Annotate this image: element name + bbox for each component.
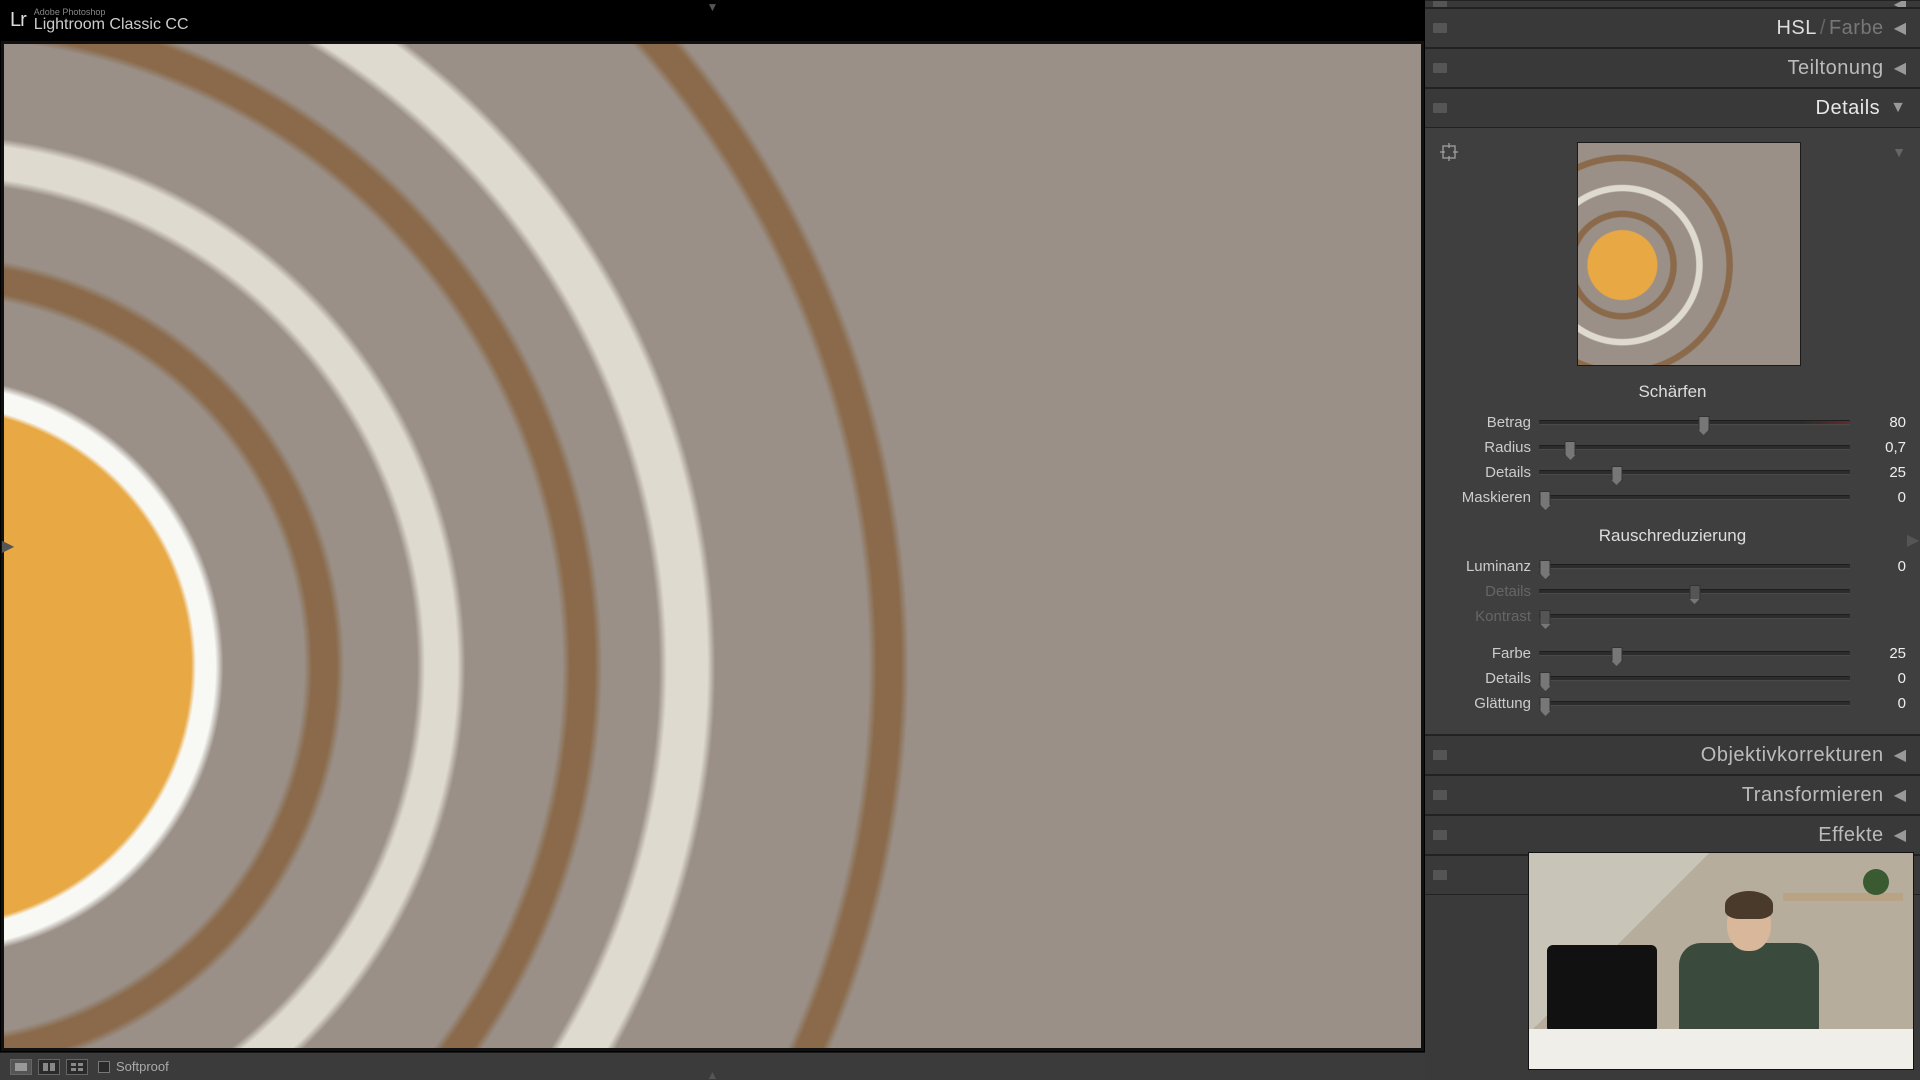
slider-thumb[interactable] [1540, 672, 1551, 687]
image-viewport[interactable]: ▶ [0, 40, 1425, 1052]
slider-value[interactable]: 80 [1850, 414, 1906, 431]
collapse-left-icon: ◀ [1894, 825, 1906, 845]
slider-label: Farbe [1439, 645, 1539, 662]
panel-details[interactable]: Details ▼ [1425, 88, 1920, 128]
slider-track[interactable] [1539, 445, 1850, 450]
collapse-left-icon: ◀ [1894, 58, 1906, 78]
top-panel-toggle-icon[interactable]: ▼ [707, 0, 719, 14]
panel-switch-icon[interactable] [1433, 103, 1447, 113]
filmstrip-toggle-icon[interactable]: ▲ [707, 1068, 719, 1080]
slider-farbe-details[interactable]: Details 0 [1439, 666, 1906, 691]
slider-radius[interactable]: Radius 0,7 [1439, 435, 1906, 460]
slider-lum-details: Details [1439, 579, 1906, 604]
slider-value[interactable]: 0,7 [1850, 439, 1906, 456]
slider-value[interactable]: 0 [1850, 558, 1906, 575]
panel-title: Effekte [1447, 824, 1894, 847]
slider-maskieren[interactable]: Maskieren 0 [1439, 485, 1906, 510]
panel-switch-icon[interactable] [1433, 63, 1447, 73]
expand-down-icon: ▼ [1890, 99, 1906, 117]
slider-label: Maskieren [1439, 489, 1539, 506]
panel-title: Teiltonung [1447, 57, 1894, 80]
detail-zoom-thumbnail[interactable] [1577, 142, 1801, 366]
slider-track [1539, 614, 1850, 619]
softproof-toggle[interactable]: Softproof [98, 1059, 169, 1074]
panel-objektivkorrekturen[interactable]: Objektivkorrekturen ◀ [1425, 735, 1920, 775]
sharpen-section-title: Schärfen [1439, 382, 1906, 402]
panel-switch-icon[interactable] [1433, 830, 1447, 840]
detail-disclosure-icon[interactable]: ▼ [1892, 144, 1906, 160]
slider-kontrast: Kontrast [1439, 604, 1906, 629]
slider-value[interactable]: 25 [1850, 645, 1906, 662]
panel-gradationskurve[interactable]: Gradationskurve ◀ [1425, 0, 1920, 8]
slider-betrag[interactable]: Betrag 80 [1439, 410, 1906, 435]
slider-thumb[interactable] [1611, 466, 1622, 481]
slider-thumb [1540, 610, 1551, 625]
webcam-overlay [1528, 852, 1914, 1070]
collapse-left-icon: ◀ [1894, 785, 1906, 805]
slider-thumb[interactable] [1540, 560, 1551, 575]
panel-hsl-farbe[interactable]: HSL/Farbe ◀ [1425, 8, 1920, 48]
collapse-left-icon: ◀ [1894, 0, 1906, 8]
slider-value[interactable]: 0 [1850, 695, 1906, 712]
main-image-area: Lr Adobe Photoshop Lightroom Classic CC … [0, 0, 1425, 1080]
panel-switch-icon[interactable] [1433, 23, 1447, 33]
slider-farbe[interactable]: Farbe 25 [1439, 641, 1906, 666]
view-mode-survey-button[interactable] [66, 1059, 88, 1075]
panel-switch-icon[interactable] [1433, 870, 1447, 880]
panel-switch-icon[interactable] [1433, 750, 1447, 760]
slider-thumb[interactable] [1611, 647, 1622, 662]
slider-label: Kontrast [1439, 608, 1539, 625]
slider-track[interactable] [1539, 701, 1850, 706]
slider-thumb[interactable] [1698, 416, 1709, 431]
slider-thumb [1689, 585, 1700, 600]
view-mode-single-button[interactable] [10, 1059, 32, 1075]
slider-track[interactable] [1539, 564, 1850, 569]
panel-title: Details [1447, 97, 1890, 120]
slider-thumb[interactable] [1540, 491, 1551, 506]
panel-transformieren[interactable]: Transformieren ◀ [1425, 775, 1920, 815]
collapse-left-icon: ◀ [1894, 745, 1906, 765]
panel-switch-icon[interactable] [1433, 790, 1447, 800]
view-mode-compare-button[interactable] [38, 1059, 60, 1075]
bottom-toolbar: Softproof ▲ [0, 1052, 1425, 1080]
slider-track[interactable] [1539, 420, 1850, 425]
softproof-label: Softproof [116, 1059, 169, 1074]
slider-track[interactable] [1539, 651, 1850, 656]
top-bar: Lr Adobe Photoshop Lightroom Classic CC … [0, 0, 1425, 40]
slider-details-sharpen[interactable]: Details 25 [1439, 460, 1906, 485]
slider-label: Details [1439, 583, 1539, 600]
slider-luminanz[interactable]: Luminanz 0 [1439, 554, 1906, 579]
slider-thumb[interactable] [1565, 441, 1576, 456]
collapse-left-icon: ◀ [1894, 18, 1906, 38]
slider-label: Details [1439, 670, 1539, 687]
panel-title: Transformieren [1447, 784, 1894, 807]
noise-section-title: Rauschreduzierung [1439, 526, 1906, 546]
slider-label: Luminanz [1439, 558, 1539, 575]
slider-track[interactable] [1539, 495, 1850, 500]
panel-title: Objektivkorrekturen [1447, 744, 1894, 767]
slider-track [1539, 589, 1850, 594]
slider-value[interactable]: 0 [1850, 670, 1906, 687]
app-name: Lightroom Classic CC [34, 17, 189, 33]
softproof-checkbox[interactable] [98, 1061, 110, 1073]
slider-label: Glättung [1439, 695, 1539, 712]
slider-glaettung[interactable]: Glättung 0 [1439, 691, 1906, 716]
panel-switch-icon[interactable] [1433, 0, 1447, 8]
app-logo: Lr [10, 9, 26, 32]
slider-track[interactable] [1539, 470, 1850, 475]
panel-teiltonung[interactable]: Teiltonung ◀ [1425, 48, 1920, 88]
slider-label: Radius [1439, 439, 1539, 456]
detail-target-picker-icon[interactable] [1439, 142, 1459, 162]
slider-thumb[interactable] [1540, 697, 1551, 712]
slider-track[interactable] [1539, 676, 1850, 681]
slider-value[interactable]: 25 [1850, 464, 1906, 481]
slider-label: Details [1439, 464, 1539, 481]
slider-label: Betrag [1439, 414, 1539, 431]
panel-title: HSL/Farbe [1447, 17, 1894, 40]
panel-details-body: ▼ Schärfen Betrag 80 Radius 0,7 Details … [1425, 128, 1920, 735]
slider-value[interactable]: 0 [1850, 489, 1906, 506]
panel-effekte[interactable]: Effekte ◀ [1425, 815, 1920, 855]
photo-preview [4, 44, 1421, 1048]
